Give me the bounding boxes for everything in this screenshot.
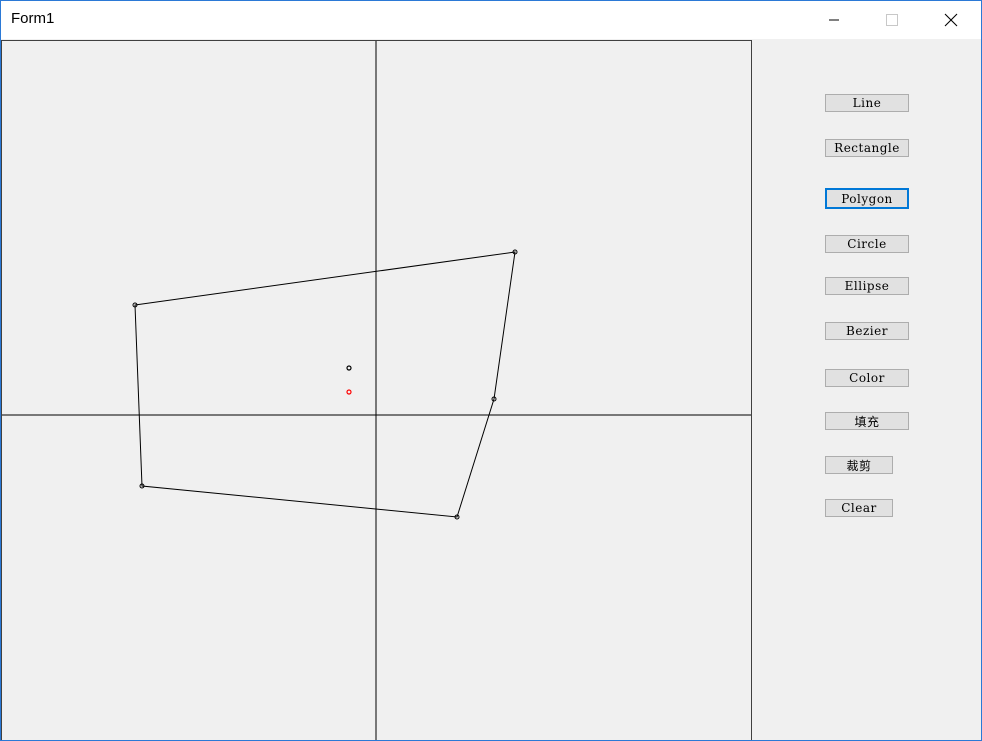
rectangle-button[interactable]: Rectangle [825,139,909,157]
clear-button[interactable]: Clear [825,499,893,517]
fill-button[interactable]: 填充 [825,412,909,430]
bezier-button[interactable]: Bezier [825,322,909,340]
reference-point [346,365,352,371]
maximize-button[interactable] [863,1,921,39]
ellipse-button[interactable]: Ellipse [825,277,909,295]
maximize-icon [886,14,898,26]
polygon-shape [134,251,516,518]
title-bar: Form1 [1,1,981,39]
close-button[interactable] [922,1,980,39]
color-button[interactable]: Color [825,369,909,387]
drawing-surface[interactable] [2,41,751,741]
drawing-canvas[interactable] [1,40,752,741]
minimize-icon [829,19,839,21]
line-button[interactable]: Line [825,94,909,112]
seed-point-red [346,389,352,395]
close-icon [944,13,958,27]
app-window: Form1 Line Rectangle Polygon Circle Elli… [0,0,982,741]
clip-button[interactable]: 裁剪 [825,456,893,474]
window-title: Form1 [11,10,55,27]
polygon-button[interactable]: Polygon [825,188,909,209]
circle-button[interactable]: Circle [825,235,909,253]
minimize-button[interactable] [805,1,863,39]
